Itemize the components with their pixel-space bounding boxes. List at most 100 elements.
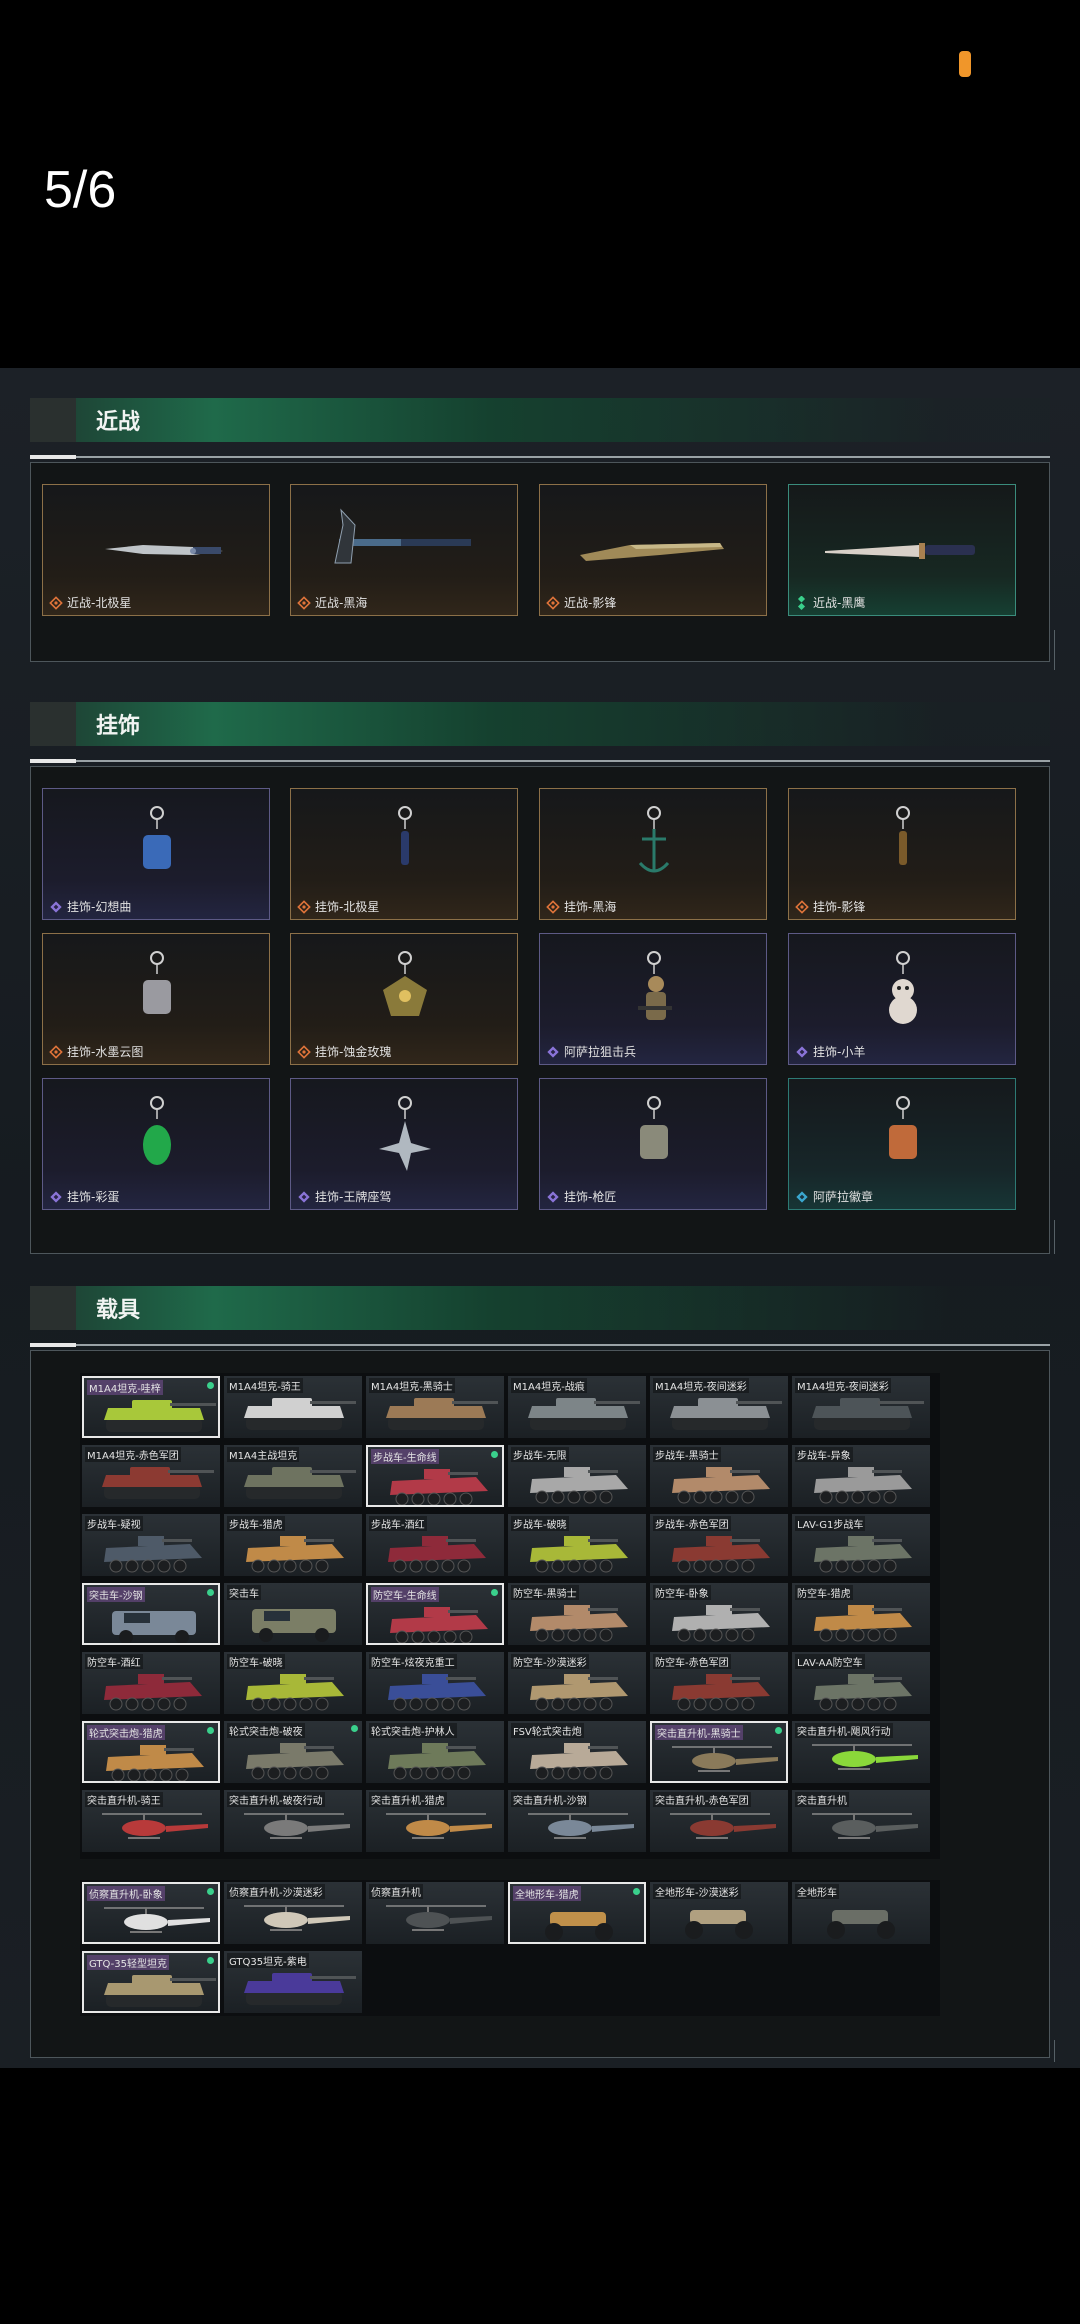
vehicle-image <box>827 1910 895 1939</box>
charm-card[interactable]: 阿萨拉徽章 <box>788 1078 1016 1210</box>
vehicle-card[interactable]: 防空车-生命线 <box>366 1583 504 1645</box>
vehicle-card[interactable]: LAV-G1步战车 <box>792 1514 930 1576</box>
vehicle-image <box>530 1467 628 1504</box>
vehicle-card[interactable]: 防空车-炫夜克重工 <box>366 1652 504 1714</box>
charm-card[interactable]: 挂饰-北极星 <box>290 788 518 920</box>
melee-card[interactable]: 近战-黑鹰 <box>788 484 1016 616</box>
vehicle-card[interactable]: 步战车-生命线 <box>366 1445 504 1507</box>
vehicle-card[interactable]: 步战车-猎虎 <box>224 1514 362 1576</box>
vehicle-card[interactable]: 防空车-沙漠迷彩 <box>508 1652 646 1714</box>
rarity-diamond-icon <box>546 1044 560 1058</box>
vehicles-section-header: 载具 <box>30 1286 1050 1330</box>
vehicle-card[interactable]: 侦察直升机-沙漠迷彩 <box>224 1882 362 1944</box>
equipped-dot-icon <box>633 1888 640 1895</box>
vehicle-card[interactable]: GTQ-35轻型坦克 <box>82 1951 220 2013</box>
vehicle-card[interactable]: 步战车-无限 <box>508 1445 646 1507</box>
charm-card[interactable]: 挂饰-幻想曲 <box>42 788 270 920</box>
vehicle-label: 防空车-破晓 <box>227 1654 285 1669</box>
rarity-diamond-icon <box>49 1044 63 1059</box>
vehicle-image <box>814 1674 912 1711</box>
vehicle-label: FSV轮式突击炮 <box>511 1723 584 1738</box>
charm-card[interactable]: 挂饰-小羊 <box>788 933 1016 1065</box>
vehicle-card[interactable]: FSV轮式突击炮 <box>508 1721 646 1783</box>
vehicle-card[interactable]: 轮式突击炮-猎虎 <box>82 1721 220 1783</box>
vehicle-card[interactable]: 突击直升机-沙钢 <box>508 1790 646 1852</box>
vehicle-card[interactable]: 全地形车-沙漠迷彩 <box>650 1882 788 1944</box>
vehicle-card[interactable]: 侦察直升机 <box>366 1882 504 1944</box>
charm-card-image <box>398 806 412 865</box>
vehicle-card[interactable]: 步战车-破晓 <box>508 1514 646 1576</box>
section-title: 载具 <box>96 1298 141 1323</box>
rarity-diamond-icon <box>49 899 63 913</box>
section-title: 近战 <box>96 410 141 435</box>
charm-card[interactable]: 挂饰-影锋 <box>788 788 1016 920</box>
charm-card[interactable]: 挂饰-王牌座驾 <box>290 1078 518 1210</box>
charm-card-image <box>640 1096 668 1159</box>
charm-card[interactable]: 挂饰-水墨云图 <box>42 933 270 1065</box>
vehicle-image <box>812 1744 918 1770</box>
vehicle-card[interactable]: M1A4坦克-夜间迷彩 <box>792 1376 930 1438</box>
vehicle-image <box>685 1910 753 1939</box>
charm-card-image <box>896 806 910 865</box>
vehicle-card[interactable]: M1A4主战坦克 <box>224 1445 362 1507</box>
charm-card[interactable]: 阿萨拉狙击兵 <box>539 933 767 1065</box>
vehicle-label: 防空车-沙漠迷彩 <box>511 1654 589 1669</box>
vehicle-card[interactable]: 突击车-沙钢 <box>82 1583 220 1645</box>
vehicle-card[interactable]: 步战车-疑视 <box>82 1514 220 1576</box>
vehicle-card[interactable]: 轮式突击炮-破夜 <box>224 1721 362 1783</box>
charm-card[interactable]: 挂饰-黑海 <box>539 788 767 920</box>
melee-card[interactable]: 近战-影锋 <box>539 484 767 616</box>
item-label: 挂饰-蚀金玫瑰 <box>315 1045 392 1059</box>
vehicle-image <box>814 1536 912 1573</box>
vehicle-card[interactable]: M1A4坦克-哇梓 <box>82 1376 220 1438</box>
melee-card-image <box>580 543 724 561</box>
vehicle-card[interactable]: 轮式突击炮-护林人 <box>366 1721 504 1783</box>
vehicle-card[interactable]: 防空车-酒红 <box>82 1652 220 1714</box>
vehicle-card[interactable]: 突击直升机-破夜行动 <box>224 1790 362 1852</box>
melee-card[interactable]: 近战-北极星 <box>42 484 270 616</box>
charm-card[interactable]: 挂饰-枪匠 <box>539 1078 767 1210</box>
item-label: 挂饰-小羊 <box>813 1045 866 1059</box>
charm-card-image <box>889 951 917 1024</box>
rarity-diamond-icon <box>49 595 63 610</box>
vehicle-card[interactable]: 突击直升机-猎虎 <box>366 1790 504 1852</box>
vehicle-card[interactable]: 防空车-破晓 <box>224 1652 362 1714</box>
vehicle-card[interactable]: 突击直升机 <box>792 1790 930 1852</box>
vehicle-label: 防空车-炫夜克重工 <box>369 1654 457 1669</box>
vehicle-card[interactable]: 全地形车-猎虎 <box>508 1882 646 1944</box>
vehicle-card[interactable]: 步战车-黑骑士 <box>650 1445 788 1507</box>
vehicle-image <box>246 1536 344 1573</box>
vehicle-card[interactable]: 突击直升机-飓风行动 <box>792 1721 930 1783</box>
item-label: 挂饰-彩蛋 <box>67 1190 120 1204</box>
charm-card-image <box>143 951 171 1014</box>
vehicle-card[interactable]: 防空车-猎虎 <box>792 1583 930 1645</box>
vehicle-card[interactable]: 步战车-赤色军团 <box>650 1514 788 1576</box>
vehicle-label: 防空车-卧象 <box>653 1585 711 1600</box>
vehicle-card[interactable]: 突击直升机-黑骑士 <box>650 1721 788 1783</box>
vehicle-card[interactable]: M1A4坦克-夜间迷彩 <box>650 1376 788 1438</box>
vehicle-card[interactable]: 突击车 <box>224 1583 362 1645</box>
vehicle-image <box>386 1398 498 1430</box>
vehicle-card[interactable]: 防空车-黑骑士 <box>508 1583 646 1645</box>
vehicle-card[interactable]: 步战车-异象 <box>792 1445 930 1507</box>
vehicle-card[interactable]: M1A4坦克-骑王 <box>224 1376 362 1438</box>
vehicle-image <box>102 1813 208 1839</box>
vehicle-card[interactable]: GTQ35坦克-紫电 <box>224 1951 362 2013</box>
vehicle-label: 步战车-无限 <box>511 1447 569 1462</box>
vehicle-card[interactable]: 突击直升机-赤色军团 <box>650 1790 788 1852</box>
vehicle-card[interactable]: 步战车-酒红 <box>366 1514 504 1576</box>
vehicle-card[interactable]: 侦察直升机-卧象 <box>82 1882 220 1944</box>
rarity-diamond-icon <box>546 595 560 610</box>
charm-card[interactable]: 挂饰-彩蛋 <box>42 1078 270 1210</box>
vehicle-card[interactable]: M1A4坦克-赤色军团 <box>82 1445 220 1507</box>
melee-card[interactable]: 近战-黑海 <box>290 484 518 616</box>
vehicle-card[interactable]: 防空车-赤色军团 <box>650 1652 788 1714</box>
vehicle-card[interactable]: M1A4坦克-战痕 <box>508 1376 646 1438</box>
vehicle-card[interactable]: M1A4坦克-黑骑士 <box>366 1376 504 1438</box>
charm-card[interactable]: 挂饰-蚀金玫瑰 <box>290 933 518 1065</box>
vehicle-card[interactable]: 全地形车 <box>792 1882 930 1944</box>
vehicle-card[interactable]: 防空车-卧象 <box>650 1583 788 1645</box>
vehicle-card[interactable]: LAV-AA防空车 <box>792 1652 930 1714</box>
vehicle-card[interactable]: 突击直升机-骑王 <box>82 1790 220 1852</box>
vehicle-image <box>390 1469 488 1505</box>
